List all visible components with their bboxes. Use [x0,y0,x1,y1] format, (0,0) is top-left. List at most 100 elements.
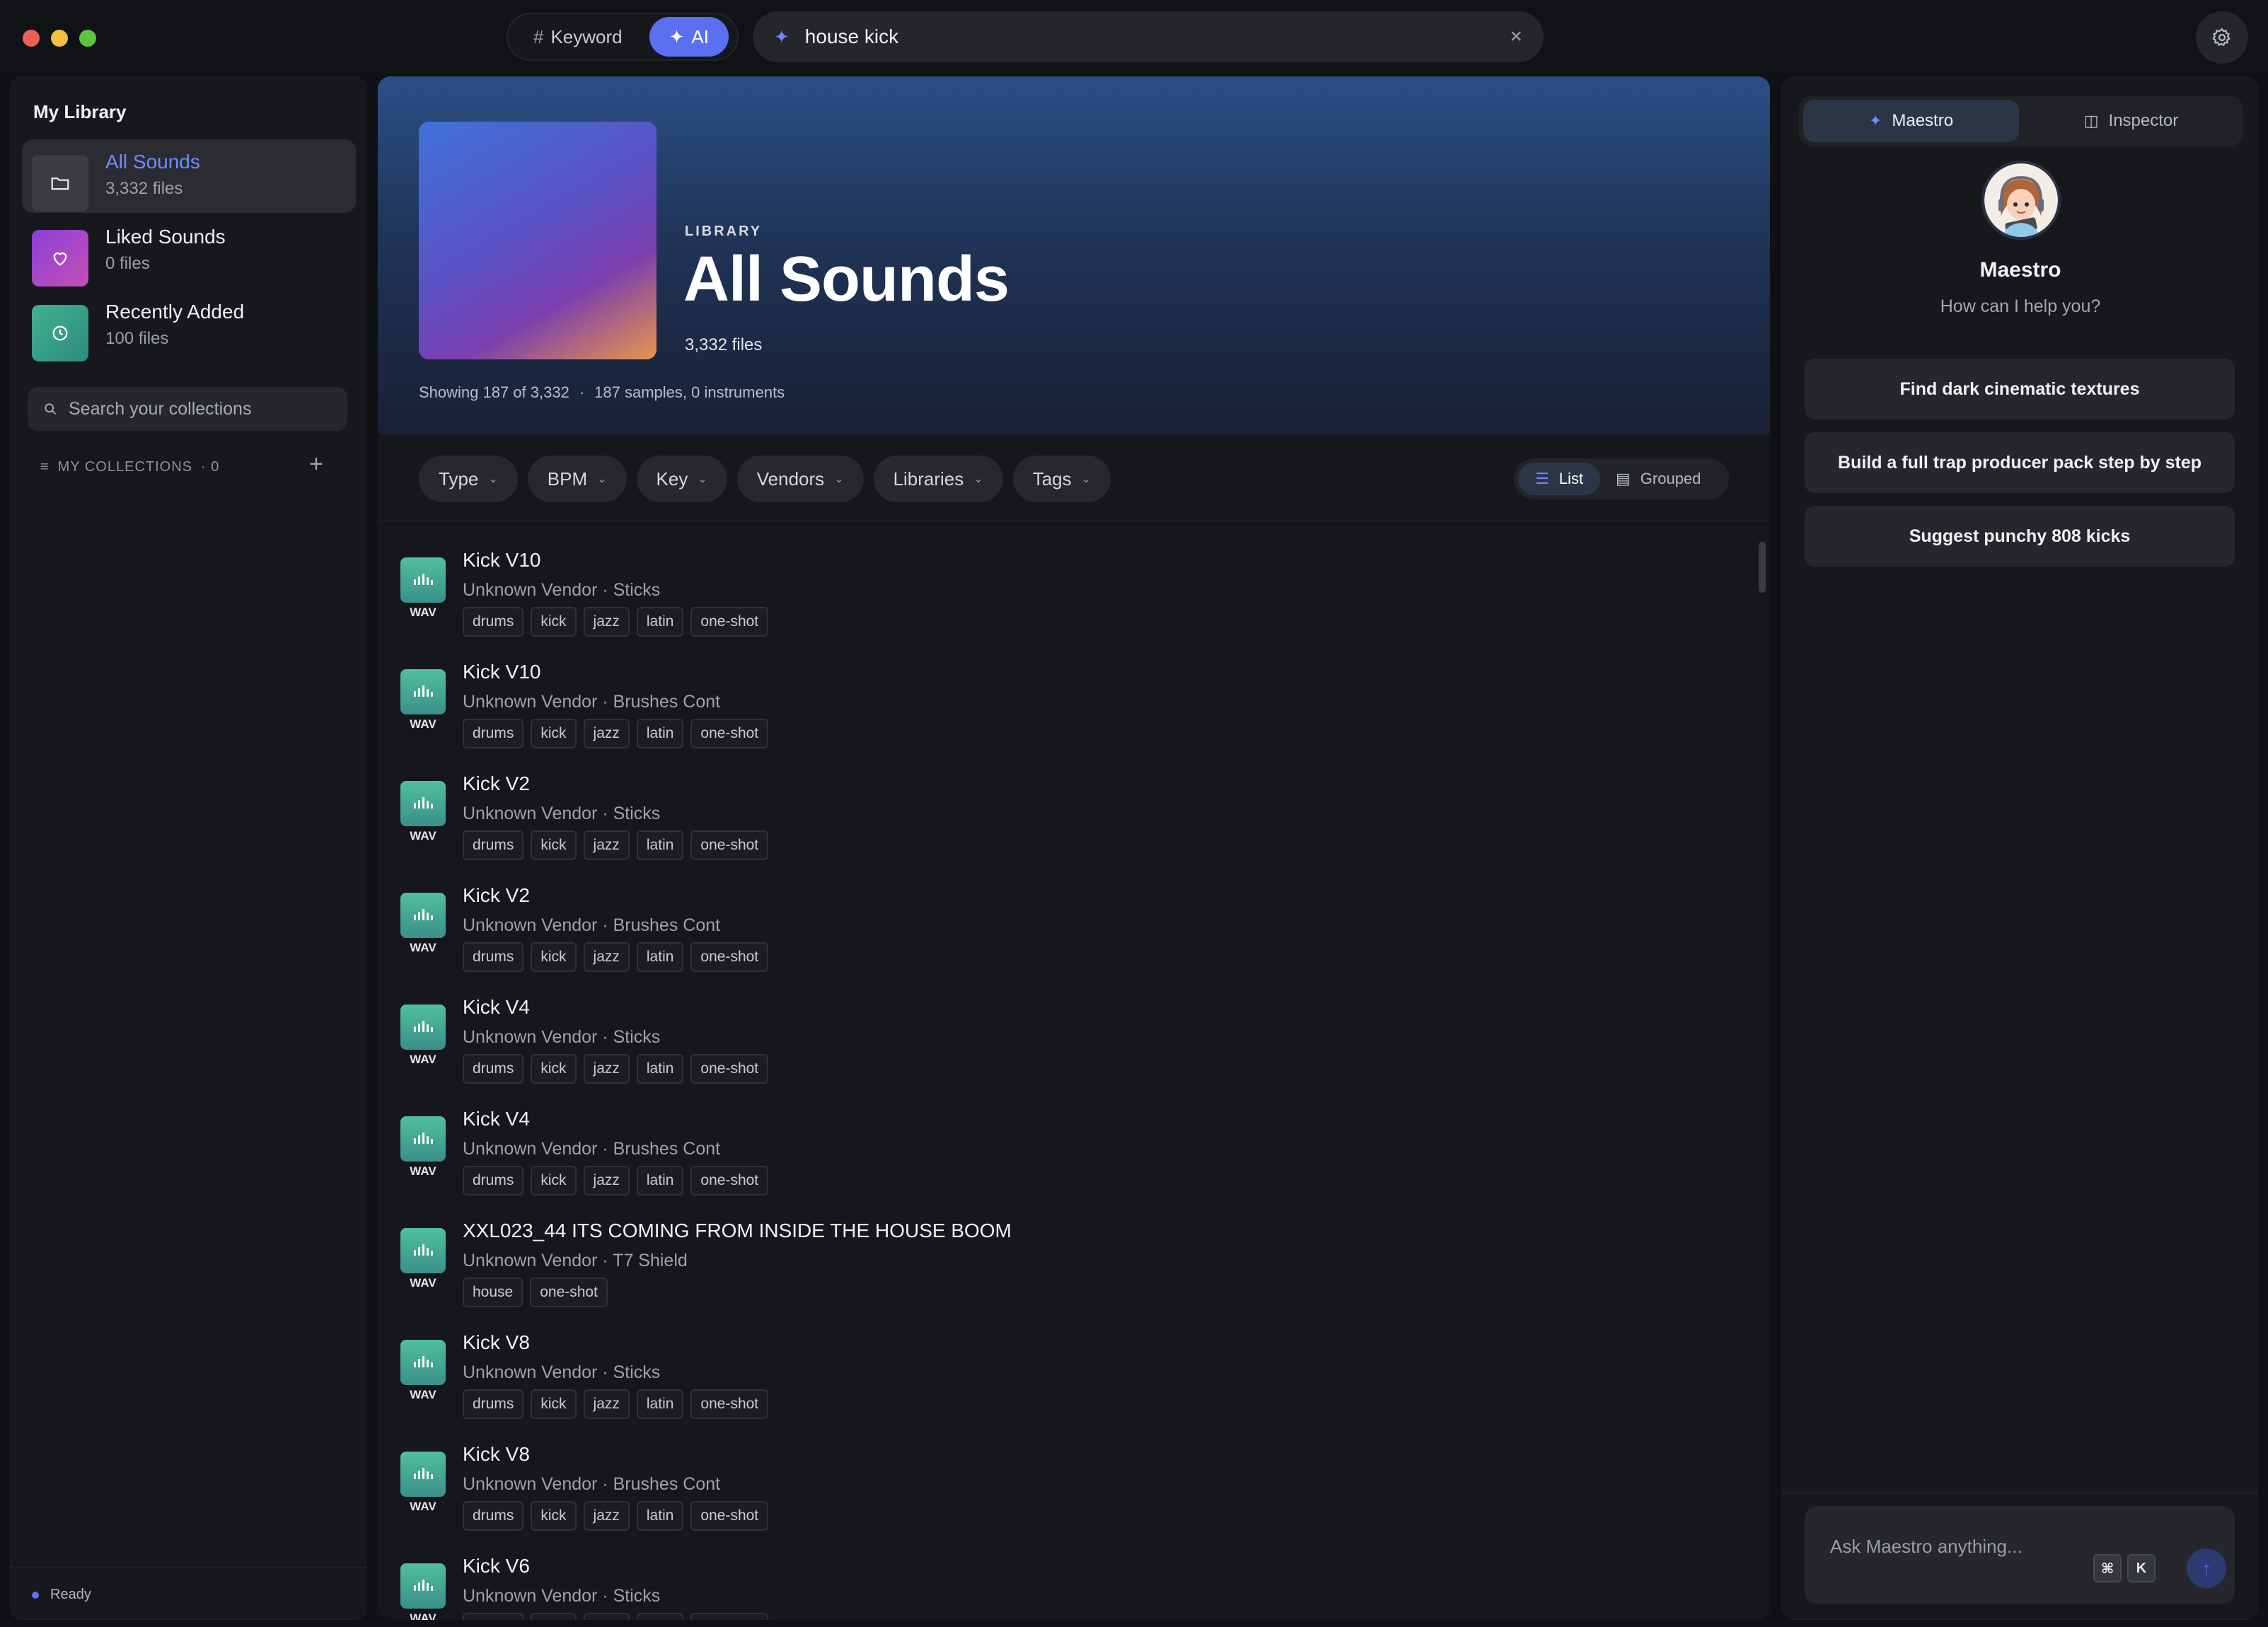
sound-row[interactable]: WAV Kick V10 Unknown Vendor · Sticks dru… [400,536,1730,648]
waveform-icon[interactable] [400,669,446,714]
tag-chip[interactable]: jazz [583,1054,630,1084]
sound-row[interactable]: WAV XXL023_44 ITS COMING FROM INSIDE THE… [400,1207,1730,1319]
tag-chip[interactable]: kick [531,1389,577,1419]
main-search-input[interactable] [804,25,1510,48]
tag-chip[interactable]: kick [531,607,577,637]
filter-tags[interactable]: Tags ⌄ [1012,456,1111,502]
tag-chip[interactable]: one-shot [690,1389,769,1419]
close-window-button[interactable] [23,30,40,47]
tag-chip[interactable]: one-shot [690,719,769,748]
tag-chip[interactable]: one-shot [690,830,769,860]
sound-row[interactable]: WAV Kick V10 Unknown Vendor · Brushes Co… [400,648,1730,760]
minimize-window-button[interactable] [51,30,68,47]
tag-chip[interactable]: drums [463,1054,524,1084]
suggestion-button[interactable]: Build a full trap producer pack step by … [1805,432,2235,493]
grouped-view-button[interactable]: ▤ Grouped [1600,463,1716,495]
sound-list: WAV Kick V10 Unknown Vendor · Sticks dru… [378,522,1770,1620]
sound-row[interactable]: WAV Kick V8 Unknown Vendor · Brushes Con… [400,1430,1730,1542]
waveform-icon[interactable] [400,1228,446,1273]
tag-chip[interactable]: jazz [583,1389,630,1419]
add-collection-button[interactable]: + [309,451,323,478]
tag-chip[interactable]: kick [531,1501,577,1531]
tag-chip[interactable]: latin [636,1166,684,1195]
tag-chip[interactable]: jazz [583,942,630,972]
waveform-icon[interactable] [400,1563,446,1609]
tag-chip[interactable]: one-shot [690,1054,769,1084]
tag-chip[interactable]: kick [531,942,577,972]
tag-chip[interactable]: one-shot [690,1166,769,1195]
tag-chip[interactable]: one-shot [690,1501,769,1531]
list-scrollbar[interactable] [1759,542,1766,593]
tag-chip[interactable]: kick [531,1613,577,1620]
tag-chip[interactable]: jazz [583,1501,630,1531]
sound-tags: drumskickjazzlatinone-shot [463,1501,769,1531]
filter-key[interactable]: Key ⌄ [636,456,727,502]
tag-chip[interactable]: drums [463,1501,524,1531]
tag-chip[interactable]: latin [636,942,684,972]
tag-chip[interactable]: latin [636,719,684,748]
tag-chip[interactable]: drums [463,1389,524,1419]
sidebar-item-liked-sounds[interactable]: Liked Sounds 0 files [22,214,356,288]
collections-search-input[interactable] [69,398,347,419]
waveform-icon[interactable] [400,1452,446,1497]
filter-type[interactable]: Type ⌄ [419,456,518,502]
tag-chip[interactable]: one-shot [690,1613,769,1620]
sound-row[interactable]: WAV Kick V8 Unknown Vendor · Sticks drum… [400,1319,1730,1430]
tag-chip[interactable]: latin [636,607,684,637]
sidebar-item-recently-added[interactable]: Recently Added 100 files [22,289,356,363]
tag-chip[interactable]: one-shot [530,1278,608,1307]
tag-chip[interactable]: jazz [583,830,630,860]
list-view-button[interactable]: ☰ List [1518,463,1600,495]
tag-chip[interactable]: drums [463,1613,524,1620]
tag-chip[interactable]: house [463,1278,523,1307]
filter-libraries[interactable]: Libraries ⌄ [873,456,1003,502]
sound-row[interactable]: WAV Kick V4 Unknown Vendor · Sticks drum… [400,983,1730,1095]
filter-vendors[interactable]: Vendors ⌄ [736,456,864,502]
waveform-icon[interactable] [400,781,446,826]
tag-chip[interactable]: jazz [583,719,630,748]
tag-chip[interactable]: kick [531,719,577,748]
settings-button[interactable] [2196,11,2248,64]
tag-chip[interactable]: drums [463,719,524,748]
suggestion-button[interactable]: Find dark cinematic textures [1805,359,2235,419]
ai-mode-button[interactable]: ✦ AI [649,17,729,57]
panel-divider [1782,1492,2257,1493]
format-label: WAV [410,1053,436,1066]
waveform-icon[interactable] [400,557,446,603]
tab-maestro[interactable]: ✦ Maestro [1803,100,2019,142]
tag-chip[interactable]: kick [531,1054,577,1084]
sound-row[interactable]: WAV Kick V6 Unknown Vendor · Sticks drum… [400,1542,1730,1620]
tag-chip[interactable]: latin [636,1054,684,1084]
waveform-icon[interactable] [400,1340,446,1385]
waveform-icon[interactable] [400,1116,446,1162]
sound-row[interactable]: WAV Kick V4 Unknown Vendor · Brushes Con… [400,1095,1730,1207]
tag-chip[interactable]: jazz [583,607,630,637]
filter-bpm[interactable]: BPM ⌄ [527,456,627,502]
suggestion-button[interactable]: Suggest punchy 808 kicks [1805,506,2235,567]
tag-chip[interactable]: jazz [583,1166,630,1195]
tag-chip[interactable]: kick [531,1166,577,1195]
sound-row[interactable]: WAV Kick V2 Unknown Vendor · Brushes Con… [400,872,1730,983]
tag-chip[interactable]: one-shot [690,942,769,972]
waveform-icon[interactable] [400,893,446,938]
tag-chip[interactable]: drums [463,830,524,860]
clear-search-icon[interactable]: × [1510,25,1522,49]
tag-chip[interactable]: latin [636,1613,684,1620]
waveform-icon[interactable] [400,1004,446,1050]
keyword-mode-button[interactable]: # Keyword [512,17,644,57]
tag-chip[interactable]: drums [463,607,524,637]
sidebar-item-all-sounds[interactable]: All Sounds 3,332 files [22,139,356,213]
tag-chip[interactable]: jazz [583,1613,630,1620]
tag-chip[interactable]: latin [636,1389,684,1419]
tab-inspector[interactable]: ◫ Inspector [2023,100,2239,142]
ask-maestro-input[interactable] [1830,1536,2085,1564]
tag-chip[interactable]: kick [531,830,577,860]
send-button[interactable]: ↑ [2187,1548,2226,1588]
tag-chip[interactable]: latin [636,1501,684,1531]
tag-chip[interactable]: drums [463,942,524,972]
tag-chip[interactable]: one-shot [690,607,769,637]
tag-chip[interactable]: drums [463,1166,524,1195]
tag-chip[interactable]: latin [636,830,684,860]
sound-row[interactable]: WAV Kick V2 Unknown Vendor · Sticks drum… [400,760,1730,872]
zoom-window-button[interactable] [79,30,96,47]
